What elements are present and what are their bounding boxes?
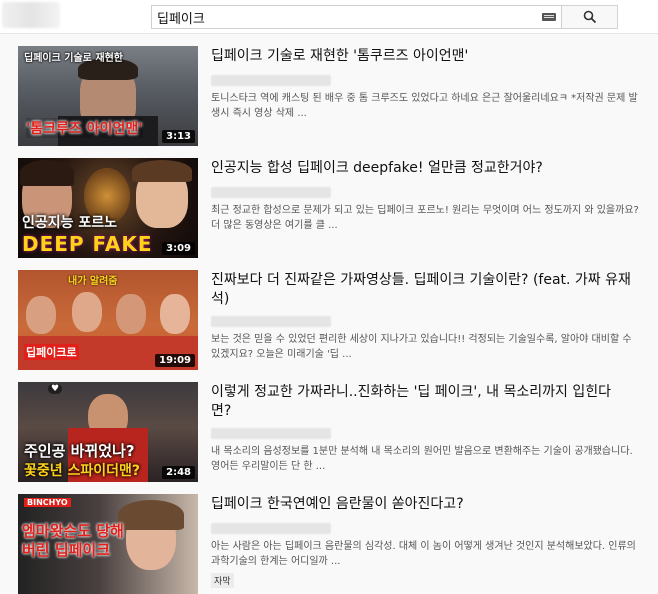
- duration-badge: 2:48: [162, 466, 195, 479]
- video-title[interactable]: 진짜보다 더 진짜같은 가짜영상들. 딥페이크 기술이란? (feat. 가짜 …: [211, 271, 631, 309]
- duration-badge: 3:13: [162, 130, 195, 143]
- search-icon: [583, 10, 597, 24]
- duration-badge: 3:09: [162, 242, 195, 255]
- top-bar: [0, 0, 658, 34]
- list-item[interactable]: 내가 알려줌 딥페이크로 19:09 진짜보다 더 진짜같은 가짜영상들. 딥페…: [0, 260, 658, 370]
- video-thumbnail[interactable]: 딥페이크 기술로 재현한 '톰크루즈 아이언맨' 3:13: [18, 46, 198, 146]
- channel-name[interactable]: [211, 187, 331, 198]
- thumb-top-text: 주인공 바뀌었나?: [24, 442, 135, 460]
- search-box[interactable]: [151, 5, 562, 29]
- search-input[interactable]: [157, 6, 537, 28]
- subtitle-badge: 자막: [211, 573, 234, 588]
- duration-badge: 19:09: [155, 354, 195, 367]
- video-description: 토니스타크 역에 캐스팅 된 배우 중 톰 크루즈도 있었다고 하네요 은근 잘…: [211, 93, 638, 119]
- video-description: 내 목소리의 음성정보를 1분만 분석해 내 목소리의 원어민 발음으로 변환해…: [211, 446, 633, 472]
- video-title[interactable]: 딥페이크 기술로 재현한 '톰쿠르즈 아이언맨': [211, 47, 631, 66]
- video-description: 보는 것은 믿을 수 있었던 편리한 세상이 지나가고 있습니다!! 걱정되는 …: [211, 334, 632, 360]
- hair-graphic: [20, 160, 74, 186]
- hair-graphic: [132, 160, 192, 182]
- video-thumbnail[interactable]: 인공지능 포르노 DEEP FAKE 3:09: [18, 158, 198, 258]
- channel-name[interactable]: [211, 75, 331, 86]
- list-item[interactable]: 인공지능 포르노 DEEP FAKE 3:09 인공지능 합성 딥페이크 dee…: [0, 148, 658, 258]
- face-graphic: [72, 292, 102, 332]
- video-description: 아는 사람은 아는 딥페이크 음란물의 심각성. 대체 이 놈이 어떻게 생겨난…: [211, 541, 636, 567]
- keyboard-icon[interactable]: [542, 13, 556, 21]
- thumb-top-text: BINCHYO: [24, 498, 71, 507]
- video-thumbnail[interactable]: BINCHYO 엠마왓슨도 당해버린 딥페이크: [18, 494, 198, 594]
- video-thumbnail[interactable]: 내가 알려줌 딥페이크로 19:09: [18, 270, 198, 370]
- search-button[interactable]: [562, 5, 618, 29]
- video-description: 최근 정교한 합성으로 문제가 되고 있는 딥페이크 포르노! 원리는 무엇이며…: [211, 205, 639, 231]
- channel-name[interactable]: [211, 316, 331, 327]
- thumb-bottom-text: '톰크루즈 아이언맨': [26, 118, 143, 138]
- list-item[interactable]: 딥페이크 기술로 재현한 '톰크루즈 아이언맨' 3:13 딥페이크 기술로 재…: [0, 36, 658, 146]
- thumb-top-text: 딥페이크 기술로 재현한: [24, 53, 123, 64]
- thumb-bottom-text: DEEP FAKE: [22, 232, 153, 256]
- thumb-tag: ♥: [48, 384, 63, 394]
- video-title[interactable]: 이렇게 정교한 가짜라니..진화하는 '딥 페이크', 내 목소리까지 입힌다면…: [211, 383, 631, 421]
- list-item[interactable]: BINCHYO 엠마왓슨도 당해버린 딥페이크 딥페이크 한국연예인 음란물이 …: [0, 484, 658, 594]
- thumb-bottom-text: 꽃중년 스파이더맨?: [24, 463, 141, 479]
- logo[interactable]: [2, 2, 60, 28]
- video-title[interactable]: 딥페이크 한국연예인 음란물이 쏟아진다고?: [211, 495, 631, 514]
- thumb-top-text: 내가 알려줌: [68, 276, 118, 287]
- video-thumbnail[interactable]: ♥ 주인공 바뀌었나? 꽃중년 스파이더맨? 2:48: [18, 382, 198, 482]
- face-graphic: [116, 294, 146, 334]
- thumb-top-text: 인공지능 포르노: [22, 215, 118, 231]
- thumb-bottom-text: 엠마왓슨도 당해버린 딥페이크: [22, 522, 124, 559]
- thumb-bottom-text: 딥페이크로: [24, 344, 79, 360]
- channel-name[interactable]: [211, 428, 331, 439]
- list-item[interactable]: ♥ 주인공 바뀌었나? 꽃중년 스파이더맨? 2:48 이렇게 정교한 가짜라니…: [0, 372, 658, 482]
- channel-name[interactable]: [211, 523, 331, 534]
- video-title[interactable]: 인공지능 합성 딥페이크 deepfake! 얼만큼 정교한거야?: [211, 159, 631, 178]
- face-graphic: [160, 294, 190, 334]
- face-graphic: [26, 296, 56, 334]
